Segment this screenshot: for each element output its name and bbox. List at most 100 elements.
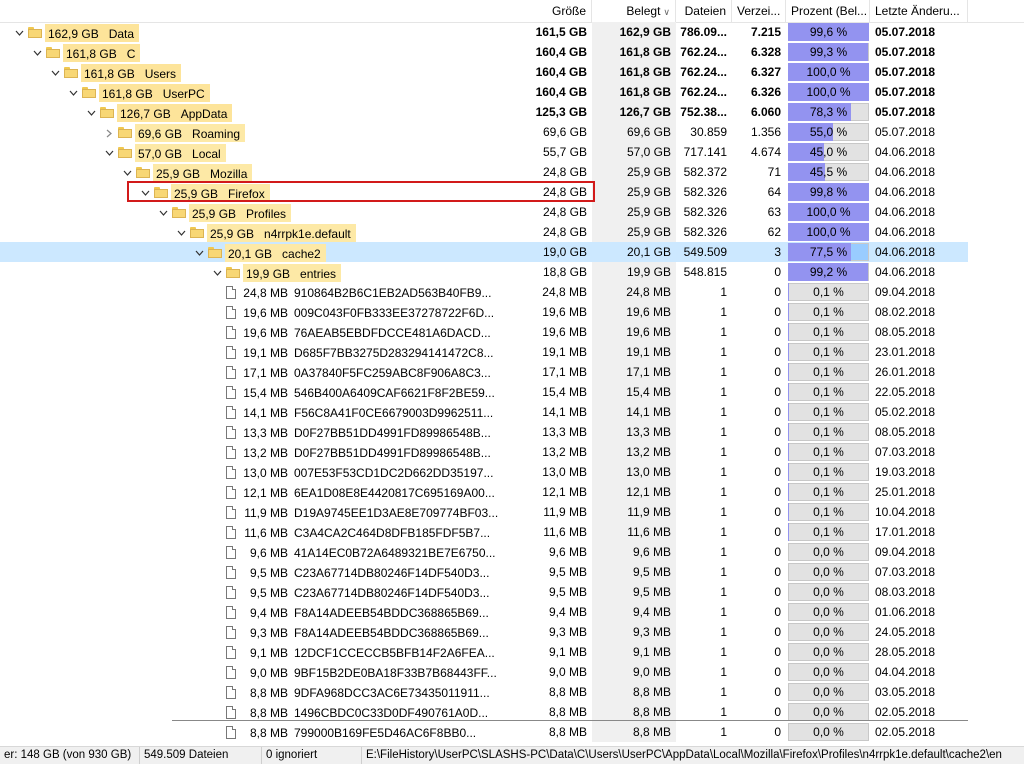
- file-row[interactable]: 13,0 MB007E53F53CD1DC2D662DD35197...13,0…: [0, 462, 968, 482]
- chevron-down-icon[interactable]: [82, 103, 100, 122]
- size-label: 8,8 MB: [242, 683, 288, 702]
- belegt-cell: 13,0 MB: [592, 462, 676, 482]
- file-icon: [226, 406, 236, 419]
- verzeichnisse-cell: 0: [732, 582, 786, 602]
- folder-row[interactable]: 161,8 GBUserPC160,4 GB161,8 GB762.24...6…: [0, 82, 968, 102]
- percent-label: 45,0 %: [788, 143, 869, 161]
- chevron-down-icon[interactable]: [172, 223, 190, 242]
- file-row[interactable]: 11,9 MBD19A9745EE1D3AE8E709774BF03...11,…: [0, 502, 968, 522]
- chevron-right-icon[interactable]: [100, 123, 118, 142]
- file-row[interactable]: 11,6 MBC3A4CA2C464D8DFB185FDF5B7...11,6 …: [0, 522, 968, 542]
- folder-row[interactable]: 162,9 GBData161,5 GB162,9 GB786.09...7.2…: [0, 22, 968, 42]
- folder-row[interactable]: 20,1 GBcache219,0 GB20,1 GB549.509377,5 …: [0, 242, 968, 262]
- percent-bar: 100,0 %: [788, 203, 869, 221]
- date-cell: 02.05.2018: [875, 702, 968, 722]
- size-label: 12,1 MB: [242, 483, 288, 502]
- column-header-verzeichnisse[interactable]: Verzei...: [732, 0, 786, 22]
- file-row[interactable]: 19,6 MB009C043F0FB333EE37278722F6D...19,…: [0, 302, 968, 322]
- file-row[interactable]: 9,5 MBC23A67714DB80246F14DF540D3...9,5 M…: [0, 582, 968, 602]
- size-bar: 161,8 GBUsers: [81, 64, 181, 82]
- chevron-down-icon[interactable]: [28, 43, 46, 62]
- belegt-cell: 13,3 MB: [592, 422, 676, 442]
- chevron-down-icon[interactable]: [46, 63, 64, 82]
- folder-row[interactable]: 25,9 GBProfiles24,8 GB25,9 GB582.3266310…: [0, 202, 968, 222]
- chevron-down-icon[interactable]: [136, 183, 154, 202]
- file-row[interactable]: 8,8 MB799000B169FE5D46AC6F8BB0...8,8 MB8…: [0, 722, 968, 742]
- size-label: 25,9 GB: [156, 167, 200, 181]
- date-cell: 05.07.2018: [875, 22, 968, 42]
- file-row[interactable]: 13,2 MBD0F27BB51DD4991FD89986548B...13,2…: [0, 442, 968, 462]
- file-row[interactable]: 15,4 MB546B400A6409CAF6621F8F2BE59...15,…: [0, 382, 968, 402]
- file-row[interactable]: 9,6 MB41A14EC0B72A6489321BE7E6750...9,6 …: [0, 542, 968, 562]
- file-row[interactable]: 12,1 MB6EA1D08E8E4420817C695169A00...12,…: [0, 482, 968, 502]
- belegt-cell: 19,1 MB: [592, 342, 676, 362]
- folder-row[interactable]: 25,9 GBMozilla24,8 GB25,9 GB582.3727145,…: [0, 162, 968, 182]
- file-row[interactable]: 9,1 MB12DCF1CCECCB5BFB14F2A6FEA...9,1 MB…: [0, 642, 968, 662]
- verzeichnisse-cell: 0: [732, 602, 786, 622]
- column-header-dateien[interactable]: Dateien: [676, 0, 732, 22]
- column-header-groesse[interactable]: Größe: [506, 0, 592, 22]
- date-cell: 04.04.2018: [875, 662, 968, 682]
- tree-cell: 161,8 GBC: [28, 42, 146, 62]
- chevron-down-icon[interactable]: [208, 263, 226, 282]
- folder-row[interactable]: 25,9 GBFirefox24,8 GB25,9 GB582.3266499,…: [0, 182, 968, 202]
- belegt-cell: 57,0 GB: [592, 142, 676, 162]
- file-name: 41A14EC0B72A6489321BE7E6750...: [294, 546, 496, 560]
- chevron-down-icon[interactable]: [154, 203, 172, 222]
- folder-row[interactable]: 69,6 GBRoaming69,6 GB69,6 GB30.8591.3565…: [0, 122, 968, 142]
- percent-bar: 0,0 %: [788, 663, 869, 681]
- date-cell: 24.05.2018: [875, 622, 968, 642]
- date-cell: 04.06.2018: [875, 162, 968, 182]
- dateien-cell: 1: [676, 702, 732, 722]
- file-row[interactable]: 9,4 MBF8A14ADEEB54BDDC368865B69...9,4 MB…: [0, 602, 968, 622]
- size-label: 162,9 GB: [48, 27, 99, 41]
- size-label: 11,9 MB: [242, 503, 288, 522]
- chevron-down-icon[interactable]: [100, 143, 118, 162]
- chevron-down-icon[interactable]: [64, 83, 82, 102]
- folder-row[interactable]: 57,0 GBLocal55,7 GB57,0 GB717.1414.67445…: [0, 142, 968, 162]
- groesse-cell: 14,1 MB: [506, 402, 592, 422]
- date-cell: 05.07.2018: [875, 122, 968, 142]
- percent-label: 45,5 %: [788, 163, 869, 181]
- belegt-cell: 19,6 MB: [592, 302, 676, 322]
- folder-row[interactable]: 126,7 GBAppData125,3 GB126,7 GB752.38...…: [0, 102, 968, 122]
- percent-label: 100,0 %: [788, 63, 869, 81]
- column-header-prozent[interactable]: Prozent (Bel...: [786, 0, 870, 22]
- date-cell: 25.01.2018: [875, 482, 968, 502]
- file-row[interactable]: 19,6 MB76AEAB5EBDFDCCE481A6DACD...19,6 M…: [0, 322, 968, 342]
- tree-cell: 69,6 GBRoaming: [100, 122, 251, 142]
- percent-bar: 55,0 %: [788, 123, 869, 141]
- file-row[interactable]: 19,1 MBD685F7BB3275D283294141472C8...19,…: [0, 342, 968, 362]
- chevron-down-icon[interactable]: [10, 23, 28, 42]
- file-row[interactable]: 14,1 MBF56C8A41F0CE6679003D9962511...14,…: [0, 402, 968, 422]
- folder-row[interactable]: 25,9 GBn4rrpk1e.default24,8 GB25,9 GB582…: [0, 222, 968, 242]
- belegt-cell: 20,1 GB: [592, 242, 676, 262]
- folder-row[interactable]: 161,8 GBC160,4 GB161,8 GB762.24...6.3289…: [0, 42, 968, 62]
- size-bar: 25,9 GBn4rrpk1e.default: [207, 224, 356, 242]
- file-row[interactable]: 9,3 MBF8A14ADEEB54BDDC368865B69...9,3 MB…: [0, 622, 968, 642]
- file-row[interactable]: 13,3 MBD0F27BB51DD4991FD89986548B...13,3…: [0, 422, 968, 442]
- chevron-down-icon[interactable]: [190, 243, 208, 262]
- date-cell: 04.06.2018: [875, 202, 968, 222]
- file-row[interactable]: 8,8 MB1496CBDC0C33D0DF490761A0D...8,8 MB…: [0, 702, 968, 722]
- file-row[interactable]: 17,1 MB0A37840F5FC259ABC8F906A8C3...17,1…: [0, 362, 968, 382]
- dateien-cell: 1: [676, 722, 732, 742]
- file-row[interactable]: 9,5 MBC23A67714DB80246F14DF540D3...9,5 M…: [0, 562, 968, 582]
- percent-label: 77,5 %: [788, 243, 869, 261]
- folder-row[interactable]: 161,8 GBUsers160,4 GB161,8 GB762.24...6.…: [0, 62, 968, 82]
- file-row[interactable]: 9,0 MB9BF15B2DE0BA18F33B7B68443FF...9,0 …: [0, 662, 968, 682]
- file-row[interactable]: 24,8 MB910864B2B6C1EB2AD563B40FB9...24,8…: [0, 282, 968, 302]
- horizontal-scrollbar[interactable]: [172, 720, 968, 721]
- percent-bar: 0,0 %: [788, 703, 869, 721]
- chevron-down-icon[interactable]: [118, 163, 136, 182]
- date-cell: 07.03.2018: [875, 442, 968, 462]
- percent-bar: 0,0 %: [788, 563, 869, 581]
- column-header-letzte-aenderung[interactable]: Letzte Änderu...: [870, 0, 968, 22]
- size-label: 9,1 MB: [242, 643, 288, 662]
- belegt-cell: 161,8 GB: [592, 42, 676, 62]
- dateien-cell: 582.326: [676, 202, 732, 222]
- tree-list[interactable]: 162,9 GBData161,5 GB162,9 GB786.09...7.2…: [0, 22, 1024, 742]
- folder-row[interactable]: 19,9 GBentries18,8 GB19,9 GB548.815099,2…: [0, 262, 968, 282]
- column-header-belegt[interactable]: Belegt∨: [592, 0, 676, 22]
- file-row[interactable]: 8,8 MB9DFA968DCC3AC6E73435011911...8,8 M…: [0, 682, 968, 702]
